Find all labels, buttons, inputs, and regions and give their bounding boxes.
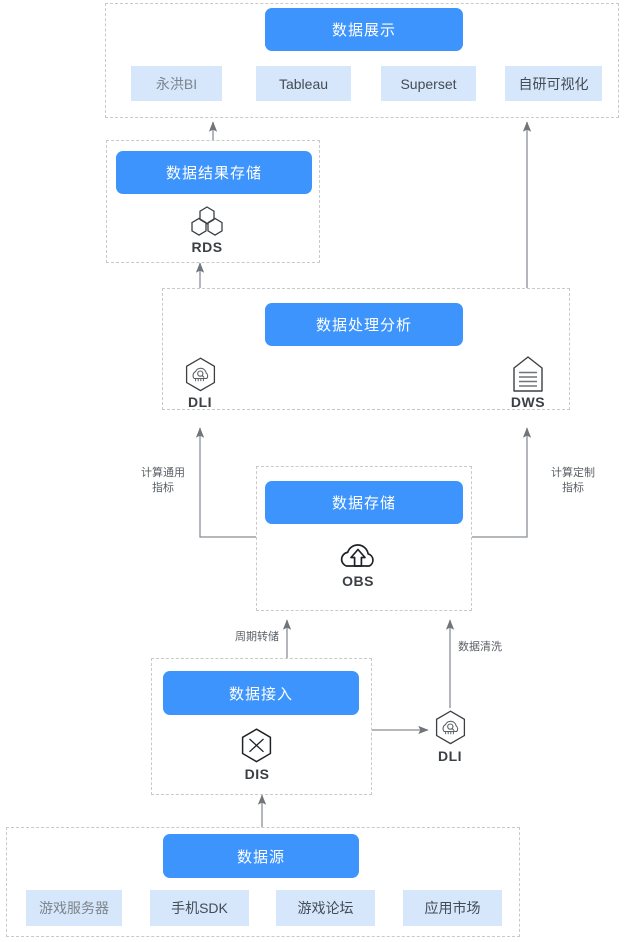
chip-app-market[interactable]: 应用市场 bbox=[403, 890, 502, 926]
chip-game-server[interactable]: 游戏服务器 bbox=[26, 890, 122, 926]
chip-superset[interactable]: Superset bbox=[381, 66, 476, 101]
layer-ingestion-header[interactable]: 数据接入 bbox=[163, 671, 359, 715]
dli-hexagon-cloud-icon-standalone bbox=[434, 710, 467, 746]
node-label-dli-standalone: DLI bbox=[437, 748, 463, 764]
dli-hexagon-cloud-icon bbox=[184, 357, 217, 393]
node-label-dis: DIS bbox=[244, 766, 270, 782]
chip-tableau[interactable]: Tableau bbox=[256, 66, 351, 101]
chip-game-forum[interactable]: 游戏论坛 bbox=[276, 890, 375, 926]
layer-processing-header[interactable]: 数据处理分析 bbox=[265, 303, 463, 346]
edge-label-periodic-dump: 周期转储 bbox=[235, 631, 279, 643]
layer-storage-header[interactable]: 数据存储 bbox=[265, 481, 463, 524]
edge-obs-to-dws bbox=[472, 427, 532, 538]
obs-cloud-upload-icon bbox=[337, 538, 379, 570]
layer-presentation-header[interactable]: 数据展示 bbox=[265, 8, 463, 51]
dws-warehouse-icon bbox=[510, 355, 546, 393]
node-label-obs: OBS bbox=[342, 573, 374, 589]
edge-label-generic-metrics: 计算通用 指标 bbox=[141, 467, 185, 494]
node-label-dli-processing: DLI bbox=[187, 394, 213, 410]
edge-obs-to-dli bbox=[195, 427, 256, 538]
node-label-rds: RDS bbox=[191, 239, 223, 255]
chip-mobile-sdk[interactable]: 手机SDK bbox=[150, 890, 249, 926]
architecture-diagram: 数据展示 永洪BI Tableau Superset 自研可视化 数据结果存储 … bbox=[0, 0, 625, 942]
edge-label-custom-metrics: 计算定制 指标 bbox=[551, 467, 595, 494]
rds-hexagons-icon bbox=[189, 205, 225, 237]
layer-result-storage-header[interactable]: 数据结果存储 bbox=[116, 151, 312, 194]
edge-label-data-cleaning: 数据清洗 bbox=[458, 641, 502, 653]
dis-hexagon-cross-icon bbox=[240, 728, 273, 764]
layer-source-header[interactable]: 数据源 bbox=[163, 834, 359, 878]
chip-custom-visualization[interactable]: 自研可视化 bbox=[505, 66, 602, 101]
chip-yonghong-bi[interactable]: 永洪BI bbox=[131, 66, 222, 101]
node-label-dws: DWS bbox=[510, 394, 546, 410]
